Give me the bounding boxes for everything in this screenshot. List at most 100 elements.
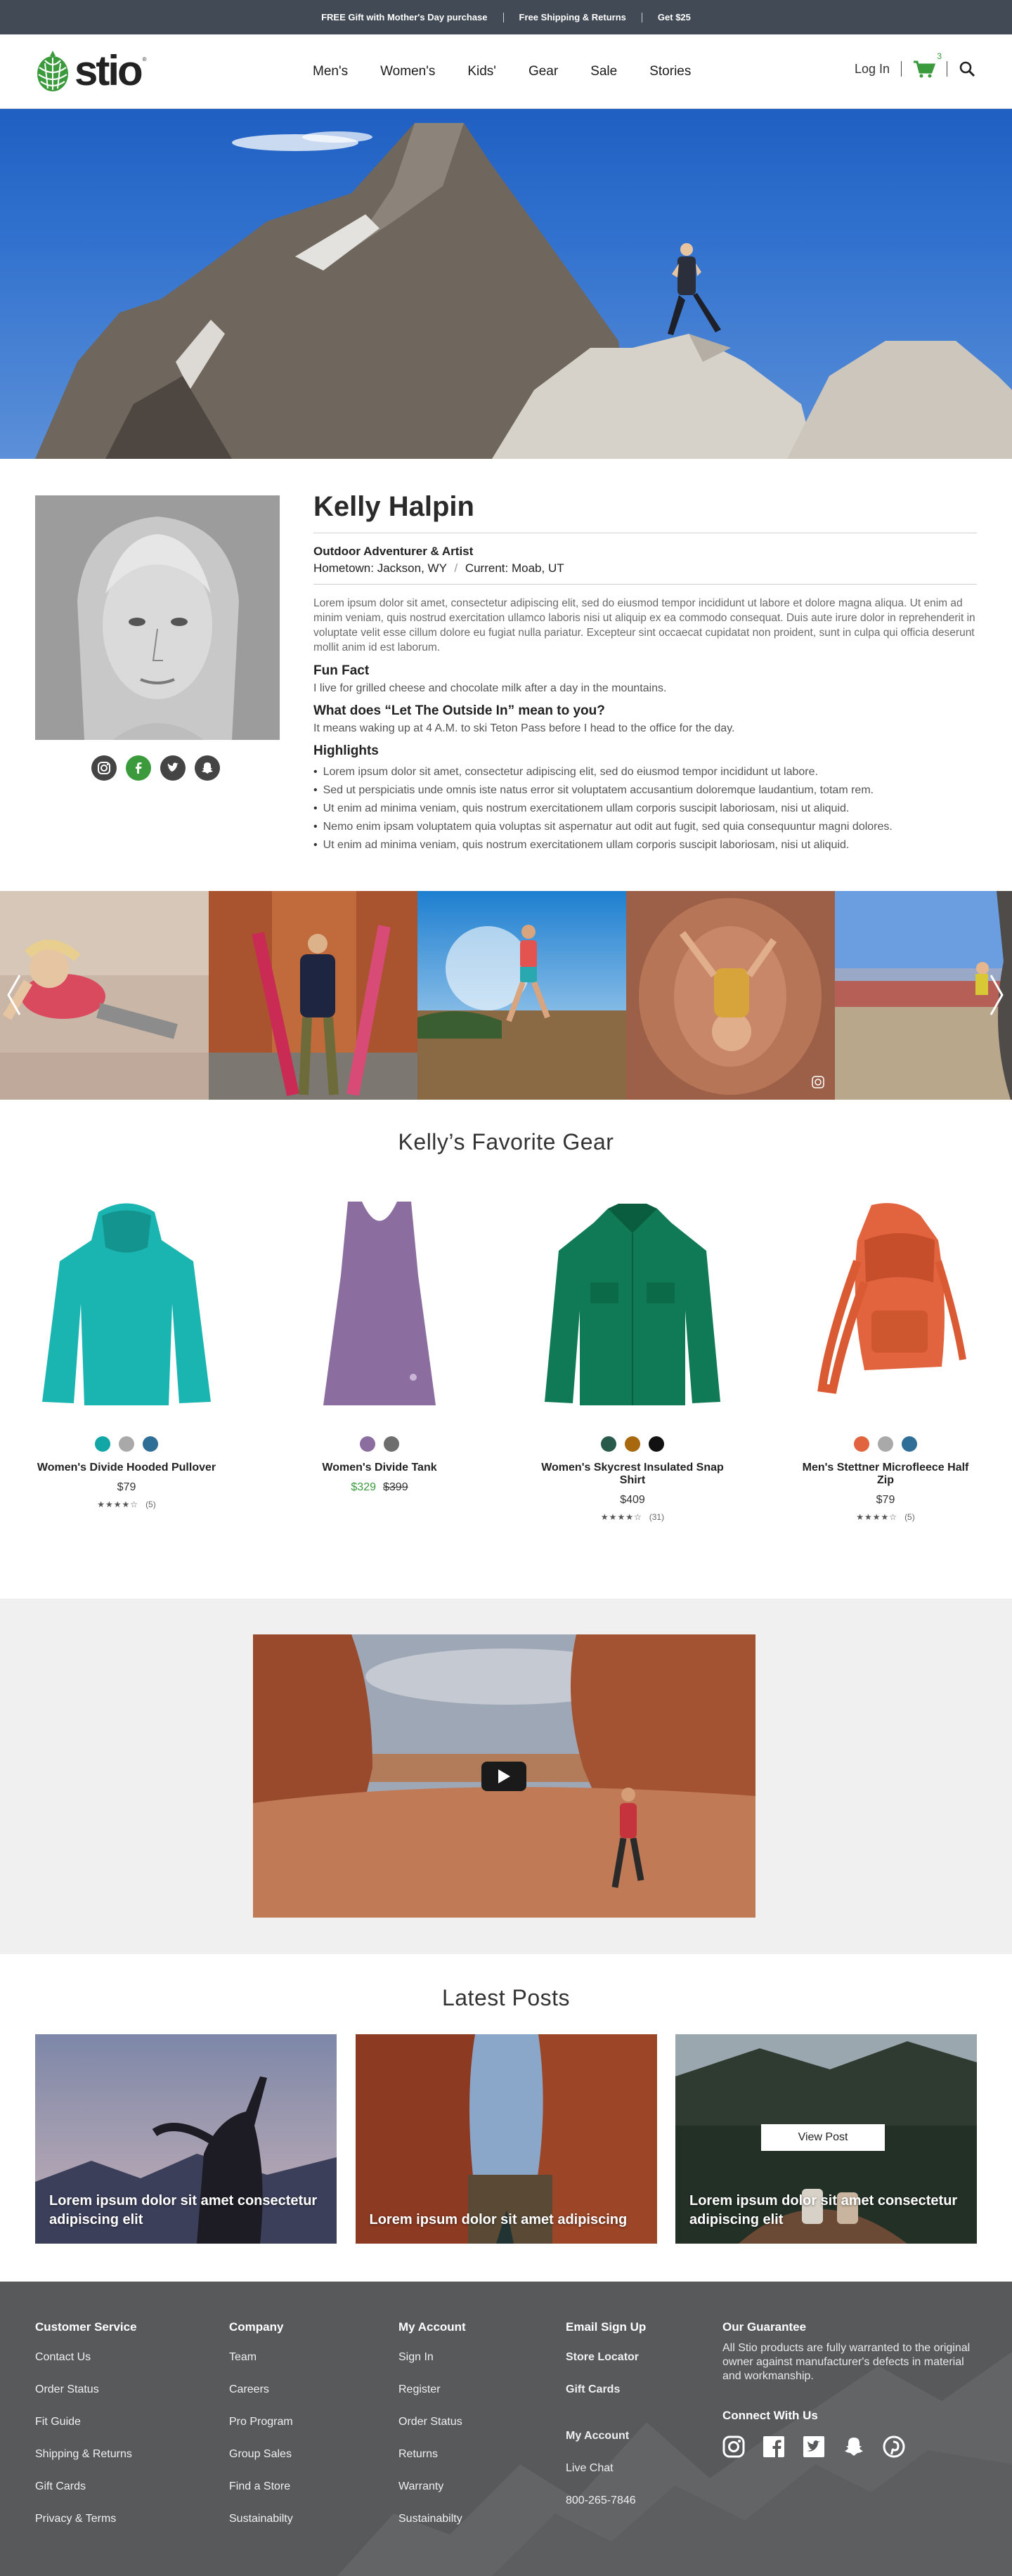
gift-cards-link[interactable]: Gift Cards <box>566 2383 646 2396</box>
chevron-left-icon[interactable] <box>6 972 22 1017</box>
nav-stories[interactable]: Stories <box>649 64 691 79</box>
product-card[interactable]: Men's Stettner Microfleece Half Zip $79 … <box>794 1198 977 1522</box>
color-swatch[interactable] <box>360 1436 375 1452</box>
twitter-link[interactable] <box>803 2435 825 2458</box>
bio-paragraph: Lorem ipsum dolor sit amet, consectetur … <box>313 597 975 653</box>
play-icon <box>498 1769 510 1783</box>
post-title[interactable]: Lorem ipsum dolor sit amet consectetur a… <box>49 2192 323 2230</box>
stio-logo[interactable]: stio ® <box>35 49 147 93</box>
footer-link[interactable]: Find a Store <box>229 2480 293 2493</box>
view-post-button[interactable]: View Post <box>761 2124 885 2151</box>
promo-item-get25[interactable]: Get $25 <box>658 12 691 22</box>
search-button[interactable] <box>959 60 975 77</box>
chevron-right-icon[interactable] <box>988 972 1005 1017</box>
store-locator-link[interactable]: Store Locator <box>566 2351 646 2364</box>
product-card[interactable]: Women's Divide Hooded Pullover $79 ★★★★☆… <box>35 1198 218 1522</box>
live-chat-link[interactable]: Live Chat <box>566 2462 646 2475</box>
instagram-tile[interactable] <box>417 891 626 1100</box>
instagram-tile[interactable] <box>835 891 1012 1100</box>
post-title[interactable]: Lorem ipsum dolor sit amet adipiscing <box>370 2211 643 2230</box>
product-image[interactable] <box>288 1198 471 1409</box>
email-signup-link[interactable]: Email Sign Up <box>566 2320 646 2334</box>
review-count[interactable]: (5) <box>145 1500 156 1509</box>
guarantee-text: All Stio products are fully warranted to… <box>722 2342 971 2382</box>
footer-link[interactable]: Order Status <box>398 2416 466 2428</box>
review-count[interactable]: (5) <box>904 1512 915 1522</box>
footer-heading: My Account <box>398 2320 466 2334</box>
color-swatch[interactable] <box>95 1436 110 1452</box>
post-card[interactable]: Lorem ipsum dolor sit amet consectetur a… <box>35 2034 337 2244</box>
color-swatch[interactable] <box>143 1436 158 1452</box>
promo-item-shipping[interactable]: Free Shipping & Returns <box>519 12 626 22</box>
instagram-tile[interactable] <box>626 891 835 1100</box>
color-swatch[interactable] <box>649 1436 664 1452</box>
product-image[interactable] <box>35 1198 218 1409</box>
post-card[interactable]: View Post Lorem ipsum dolor sit amet con… <box>675 2034 977 2244</box>
facebook-link[interactable] <box>763 2435 785 2458</box>
color-swatch[interactable] <box>601 1436 616 1452</box>
instagram-link[interactable] <box>91 755 117 781</box>
site-header: stio ® Men's Women's Kids' Gear Sale Sto… <box>0 34 1012 109</box>
footer-link[interactable]: Order Status <box>35 2383 137 2396</box>
play-button[interactable] <box>481 1762 526 1791</box>
cart-button[interactable]: 3 <box>913 51 942 78</box>
snapchat-link[interactable] <box>195 755 220 781</box>
color-swatch[interactable] <box>878 1436 893 1452</box>
product-card[interactable]: Women's Skycrest Insulated Snap Shirt $4… <box>541 1198 724 1522</box>
my-account-link[interactable]: My Account <box>566 2430 646 2442</box>
footer-link[interactable]: Careers <box>229 2383 293 2396</box>
color-swatch[interactable] <box>854 1436 869 1452</box>
product-price: $409 <box>541 1494 724 1507</box>
product-name[interactable]: Women's Divide Hooded Pullover <box>35 1462 218 1474</box>
product-card[interactable]: Women's Divide Tank $329 $399 <box>288 1198 471 1522</box>
color-swatch[interactable] <box>625 1436 640 1452</box>
instagram-link[interactable] <box>722 2435 745 2458</box>
color-swatch[interactable] <box>384 1436 399 1452</box>
nav-kids[interactable]: Kids' <box>467 64 496 79</box>
promo-item-gift[interactable]: FREE Gift with Mother's Day purchase <box>321 12 487 22</box>
site-footer: Customer Service Contact Us Order Status… <box>0 2282 1012 2576</box>
nav-mens[interactable]: Men's <box>313 64 348 79</box>
review-count[interactable]: (31) <box>649 1512 664 1522</box>
runner-photo <box>417 891 626 1100</box>
footer-link[interactable]: Register <box>398 2383 466 2396</box>
product-name[interactable]: Men's Stettner Microfleece Half Zip <box>794 1462 977 1487</box>
nav-gear[interactable]: Gear <box>528 64 558 79</box>
highlight-item: Nemo enim ipsam voluptatem quia voluptas… <box>313 818 977 836</box>
nav-sale[interactable]: Sale <box>590 64 617 79</box>
footer-link[interactable]: Group Sales <box>229 2448 293 2461</box>
athlete-social-links <box>91 755 220 781</box>
color-swatch[interactable] <box>902 1436 917 1452</box>
product-name[interactable]: Women's Divide Tank <box>288 1462 471 1474</box>
product-name[interactable]: Women's Skycrest Insulated Snap Shirt <box>541 1462 724 1487</box>
post-title[interactable]: Lorem ipsum dolor sit amet consectetur a… <box>689 2192 963 2230</box>
footer-link[interactable]: Sustainabilty <box>398 2513 466 2525</box>
color-swatch[interactable] <box>119 1436 134 1452</box>
instagram-tile[interactable] <box>209 891 417 1100</box>
footer-link[interactable]: Warranty <box>398 2480 466 2493</box>
snapchat-link[interactable] <box>843 2435 865 2458</box>
nav-womens[interactable]: Women's <box>380 64 435 79</box>
highlight-item: Ut enim ad minima veniam, quis nostrum e… <box>313 800 977 818</box>
twitter-link[interactable] <box>160 755 186 781</box>
product-image[interactable] <box>794 1198 977 1409</box>
login-link[interactable]: Log In <box>855 62 890 77</box>
phone-link[interactable]: 800-265-7846 <box>566 2494 646 2507</box>
product-image[interactable] <box>541 1198 724 1409</box>
post-card[interactable]: Lorem ipsum dolor sit amet adipiscing <box>355 2034 657 2244</box>
footer-link[interactable]: Shipping & Returns <box>35 2448 137 2461</box>
product-rating: ★★★★☆ (5) <box>35 1500 218 1509</box>
footer-link[interactable]: Pro Program <box>229 2416 293 2428</box>
footer-link[interactable]: Privacy & Terms <box>35 2513 137 2525</box>
footer-link[interactable]: Fit Guide <box>35 2416 137 2428</box>
footer-link[interactable]: Returns <box>398 2448 466 2461</box>
footer-link[interactable]: Team <box>229 2351 293 2364</box>
facebook-link[interactable] <box>126 755 151 781</box>
footer-link[interactable]: Gift Cards <box>35 2480 137 2493</box>
footer-link[interactable]: Contact Us <box>35 2351 137 2364</box>
pinterest-link[interactable] <box>883 2435 905 2458</box>
video-player[interactable] <box>253 1634 755 1918</box>
footer-link[interactable]: Sustainabilty <box>229 2513 293 2525</box>
footer-link[interactable]: Sign In <box>398 2351 466 2364</box>
instagram-tile[interactable] <box>0 891 209 1100</box>
